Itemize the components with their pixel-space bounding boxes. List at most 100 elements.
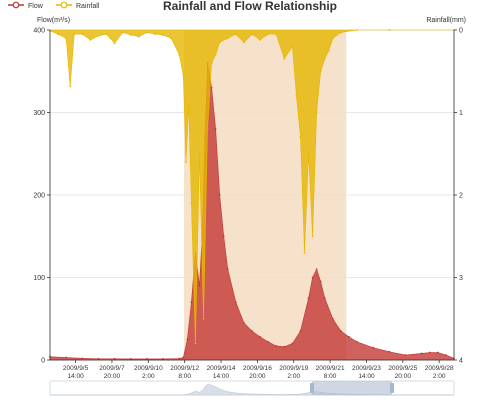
- legend-item-flow[interactable]: Flow: [8, 1, 44, 10]
- data-point: [218, 41, 221, 44]
- data-point: [319, 70, 322, 73]
- data-point: [146, 31, 148, 34]
- y-right-tick-label: 1: [459, 110, 463, 117]
- data-point: [234, 33, 237, 36]
- data-point: [190, 301, 193, 304]
- legend[interactable]: Flow Rainfall: [8, 1, 100, 10]
- data-point: [218, 194, 221, 196]
- x-tick-label: 2009/9/14: [207, 365, 236, 372]
- datazoom-handle-right[interactable]: [390, 383, 394, 393]
- x-tick-label: 2:00: [287, 373, 300, 380]
- x-tick-label: 2009/9/5: [63, 365, 89, 372]
- data-point: [311, 235, 314, 238]
- data-point: [97, 357, 100, 360]
- x-axis-ticks: 2009/9/514:002009/9/720:002009/9/102:002…: [63, 360, 454, 380]
- y-right-tick-label: 2: [459, 193, 463, 200]
- datazoom-window[interactable]: [312, 381, 392, 395]
- data-point: [222, 235, 225, 238]
- data-point: [81, 357, 84, 360]
- data-point: [210, 62, 213, 64]
- x-tick-label: 2009/9/19: [279, 365, 308, 372]
- legend-label: Rainfall: [76, 3, 100, 10]
- data-point: [388, 350, 391, 353]
- x-tick-label: 2009/9/12: [170, 365, 199, 372]
- data-point: [69, 85, 72, 87]
- data-point: [420, 352, 423, 355]
- data-point: [170, 37, 173, 40]
- legend-item-rainfall[interactable]: Rainfall: [56, 1, 100, 10]
- data-point: [331, 317, 334, 320]
- x-tick-label: 14:00: [67, 373, 84, 380]
- y-right-tick-label: 0: [459, 28, 463, 35]
- data-point: [259, 39, 261, 41]
- x-tick-label: 2:00: [142, 373, 155, 380]
- data-point: [323, 297, 326, 300]
- data-point: [428, 351, 431, 354]
- data-point: [186, 338, 189, 341]
- data-point: [178, 357, 181, 360]
- x-tick-label: 2009/9/23: [352, 365, 381, 372]
- x-tick-label: 14:00: [213, 373, 230, 380]
- data-point: [105, 33, 108, 36]
- data-point: [259, 336, 261, 338]
- datazoom-handle-left[interactable]: [310, 383, 314, 393]
- data-point: [187, 103, 190, 106]
- y-left-tick-label: 400: [33, 28, 45, 35]
- data-point: [206, 128, 209, 130]
- y-axis-right-label: Rainfall(mm): [426, 17, 466, 24]
- data-point: [436, 351, 439, 354]
- x-tick-label: 8:00: [324, 373, 337, 380]
- data-point: [311, 276, 314, 279]
- data-point: [339, 330, 342, 333]
- data-point: [243, 321, 245, 324]
- data-point: [339, 31, 342, 34]
- data-point: [121, 31, 124, 34]
- data-point: [356, 29, 358, 31]
- data-point: [113, 42, 116, 45]
- y-left-tick-label: 0: [41, 358, 45, 365]
- data-point: [315, 111, 318, 114]
- data-point: [154, 33, 156, 36]
- data-point: [190, 202, 193, 205]
- data-point: [214, 53, 217, 56]
- data-point: [202, 317, 205, 320]
- data-point: [182, 356, 185, 359]
- data-point: [303, 251, 306, 254]
- data-point: [275, 345, 278, 347]
- data-point: [283, 57, 286, 60]
- data-point: [97, 34, 100, 37]
- data-point: [194, 342, 197, 345]
- data-point: [234, 301, 237, 304]
- x-tick-label: 20:00: [249, 373, 266, 380]
- data-point: [89, 39, 92, 41]
- y-left-tick-label: 100: [33, 275, 45, 282]
- data-point: [404, 354, 407, 356]
- data-point: [73, 33, 76, 36]
- datazoom-slider[interactable]: [49, 380, 455, 396]
- x-tick-label: 8:00: [178, 373, 191, 380]
- data-point: [210, 86, 213, 89]
- data-point: [299, 330, 302, 333]
- data-point: [65, 37, 68, 40]
- chart-svg: Rainfall and Flow Relationship Flow Rainf…: [8, 0, 466, 396]
- data-point: [356, 340, 358, 343]
- data-point: [65, 356, 68, 359]
- data-point: [137, 35, 140, 38]
- data-point: [182, 74, 185, 77]
- data-point: [307, 297, 310, 300]
- y-right-tick-label: 4: [459, 358, 463, 365]
- y-axis-left-label: Flow(m³/s): [37, 17, 70, 24]
- y-axis-right-ticks: 0 1 2 3 4: [454, 28, 463, 365]
- data-point: [388, 29, 391, 31]
- y-right-tick-label: 3: [459, 275, 463, 282]
- data-point: [57, 33, 59, 36]
- data-point: [243, 41, 245, 44]
- data-point: [315, 268, 318, 271]
- data-point: [283, 345, 286, 348]
- data-point: [348, 336, 350, 338]
- x-tick-label: 2009/9/21: [316, 365, 345, 372]
- x-tick-label: 2009/9/16: [243, 365, 272, 372]
- data-point: [251, 33, 253, 36]
- data-point: [319, 280, 322, 283]
- y-axis-left-ticks: 0 100 200 300 400: [33, 28, 50, 365]
